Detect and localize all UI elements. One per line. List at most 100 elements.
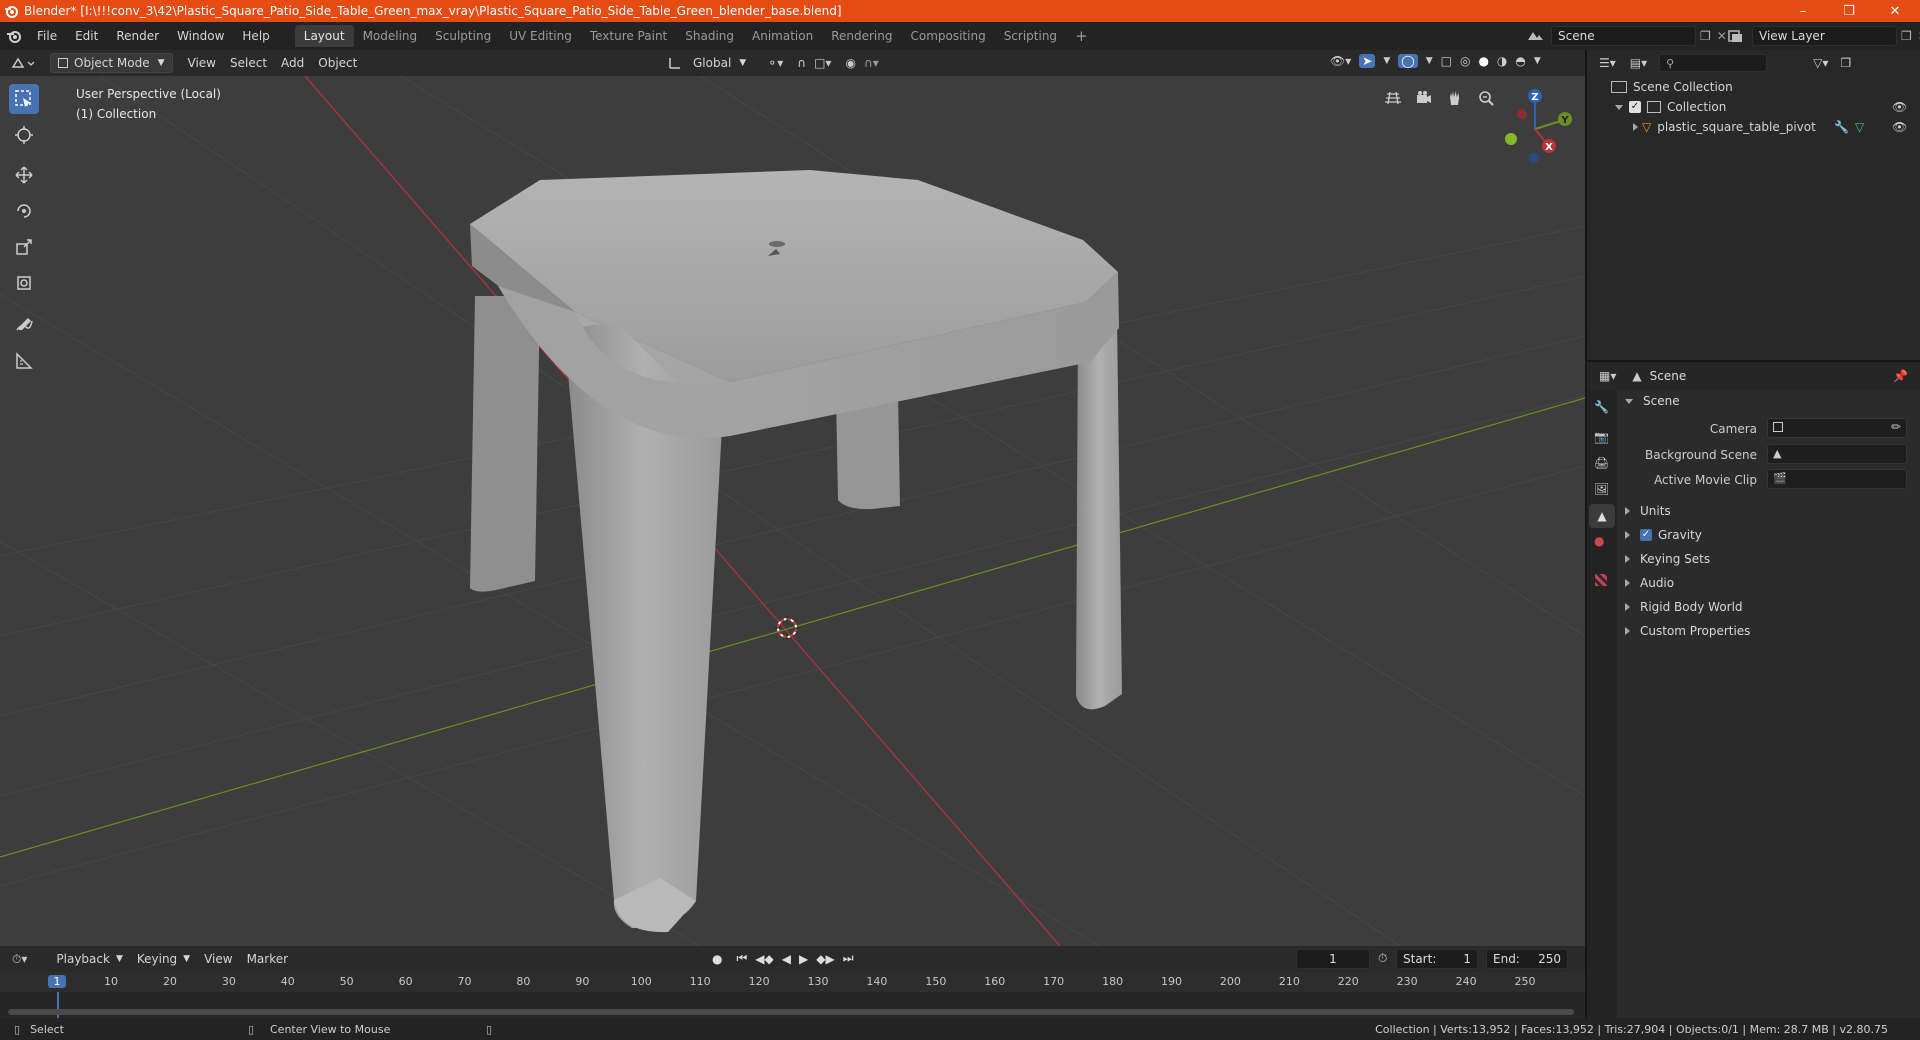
tab-shading[interactable]: Shading (676, 25, 743, 47)
tab-world[interactable]: ● (1594, 534, 1604, 548)
expand-arrow-icon[interactable] (1633, 123, 1638, 131)
custom-properties-panel[interactable]: Custom Properties (1617, 620, 1920, 642)
wrench-icon[interactable]: 🔧 (1834, 120, 1849, 134)
menu-keying[interactable]: Keying ▼ (130, 949, 197, 969)
tab-scripting[interactable]: Scripting (995, 25, 1066, 47)
play-reverse-button[interactable]: ◀ (782, 952, 791, 966)
timeline[interactable]: 1 10 20 30 40 50 60 70 80 90 100 110 120 130 140 150 160… (0, 972, 1585, 1018)
editor-type-icon[interactable] (10, 55, 40, 71)
rigid-body-world-panel[interactable]: Rigid Body World (1617, 596, 1920, 618)
eye-icon[interactable]: 👁 (1892, 120, 1907, 134)
tab-texture[interactable] (1595, 574, 1607, 586)
gravity-checkbox[interactable]: ✓ (1640, 529, 1652, 541)
navigation-gizmo[interactable]: Z Y X (1490, 84, 1580, 174)
pin-icon[interactable]: 📌 (1893, 369, 1908, 383)
outliner-search-input[interactable]: ⚲ (1659, 54, 1768, 72)
new-collection-icon[interactable]: ❐ (1840, 56, 1851, 70)
add-workspace-button[interactable]: + (1066, 25, 1097, 47)
shading-dropdown-icon[interactable]: ▼ (1534, 56, 1541, 66)
tab-view-layer[interactable]: 🖼 (1594, 482, 1609, 496)
rendered-shading-icon[interactable]: ◓ (1515, 54, 1525, 68)
camera-view-button[interactable] (1410, 84, 1438, 112)
mesh-icon[interactable]: ▽ (1855, 120, 1864, 134)
tab-uv-editing[interactable]: UV Editing (500, 25, 581, 47)
display-mode-icon[interactable]: ▤▾ (1630, 56, 1647, 70)
scene-field[interactable]: Scene (1551, 26, 1696, 46)
menu-file[interactable]: File (28, 22, 66, 50)
tab-layout[interactable]: Layout (294, 25, 354, 47)
expand-arrow-icon[interactable] (1615, 104, 1623, 110)
end-frame-field[interactable]: End: 250 (1486, 949, 1568, 969)
menu-object[interactable]: Object (311, 53, 364, 73)
measure-tool[interactable] (9, 346, 39, 376)
camera-field[interactable]: ✏ (1767, 418, 1907, 438)
tab-modeling[interactable]: Modeling (354, 25, 427, 47)
eyedropper-icon[interactable]: ✏ (1891, 420, 1901, 434)
audio-panel[interactable]: Audio (1617, 572, 1920, 594)
wireframe-shading-icon[interactable]: ◎ (1460, 54, 1470, 68)
3d-viewport[interactable]: User Perspective (Local) (1) Collection (0, 76, 1585, 946)
view-layer-field[interactable]: View Layer (1752, 26, 1897, 46)
timeline-scrollbar[interactable] (8, 1009, 1574, 1015)
annotate-tool[interactable] (9, 310, 39, 340)
filter-icon[interactable]: ▽▾ (1813, 56, 1828, 70)
close-button[interactable]: ✕ (1872, 0, 1918, 22)
menu-edit[interactable]: Edit (66, 22, 107, 50)
scene-section-header[interactable]: Scene (1617, 390, 1920, 412)
outliner-row-collection[interactable]: ✓ Collection 👁 (1587, 97, 1920, 117)
menu-view[interactable]: View (181, 53, 223, 73)
gizmo-toggle-icon[interactable]: ➤ (1359, 54, 1376, 68)
proportional-edit-icon[interactable]: ◉ (845, 56, 855, 70)
hand-pan-button[interactable] (1441, 84, 1469, 112)
blender-menu-icon[interactable] (0, 28, 28, 44)
pivot-icon[interactable]: ⚬▾ (767, 56, 783, 70)
menu-timeline-view[interactable]: View (197, 949, 239, 969)
collection-checkbox[interactable]: ✓ (1629, 101, 1641, 113)
tab-output[interactable]: 🖨 (1594, 456, 1609, 470)
new-view-layer-icon[interactable]: ❐ (1901, 29, 1912, 43)
tab-render[interactable]: 📷 (1594, 430, 1609, 444)
xray-icon[interactable]: □ (1441, 54, 1452, 68)
gravity-panel[interactable]: ✓ Gravity (1617, 524, 1920, 546)
tab-animation[interactable]: Animation (743, 25, 822, 47)
new-scene-icon[interactable]: ❐ (1700, 29, 1711, 43)
minimize-button[interactable]: – (1780, 0, 1826, 22)
solid-shading-icon[interactable]: ● (1478, 54, 1488, 68)
orientation-dropdown[interactable]: Global ▼ (686, 53, 753, 73)
transform-tool[interactable] (9, 268, 39, 298)
select-box-tool[interactable] (9, 84, 39, 114)
menu-select[interactable]: Select (223, 53, 274, 73)
tab-sculpting[interactable]: Sculpting (426, 25, 500, 47)
record-button[interactable]: ● (712, 952, 722, 966)
maximize-button[interactable]: ❐ (1826, 0, 1872, 22)
scene-icon[interactable] (1525, 28, 1547, 44)
stopwatch-icon[interactable]: ⏱ (1378, 951, 1387, 966)
snap-icon[interactable]: ∩ (797, 56, 806, 70)
falloff-icon[interactable]: ∩▾ (864, 56, 879, 70)
timeline-editor-icon[interactable]: ⏱▾ (12, 952, 27, 967)
menu-add[interactable]: Add (274, 53, 311, 73)
move-tool[interactable] (9, 160, 39, 190)
keying-sets-panel[interactable]: Keying Sets (1617, 548, 1920, 570)
overlay-dropdown-icon[interactable]: ▼ (1426, 56, 1433, 66)
snap-target-icon[interactable]: □▾ (814, 56, 831, 70)
eye-icon[interactable]: 👁 (1892, 100, 1907, 114)
visibility-icon[interactable]: 👁▾ (1330, 54, 1351, 68)
jump-start-button[interactable]: ⏮ (736, 951, 747, 966)
menu-playback[interactable]: Playback ▼ (49, 949, 129, 969)
jump-end-button[interactable]: ⏭ (843, 951, 854, 966)
scale-tool[interactable] (9, 232, 39, 262)
cursor-tool[interactable] (9, 120, 39, 150)
gizmo-dropdown-icon[interactable]: ▼ (1383, 56, 1390, 66)
mode-dropdown[interactable]: Object Mode ▼ (50, 53, 173, 73)
active-movie-clip-field[interactable]: 🎬 (1767, 469, 1907, 489)
background-scene-field[interactable]: ▲ (1767, 444, 1907, 464)
units-panel[interactable]: Units (1617, 500, 1920, 522)
overlay-toggle-icon[interactable]: ◯ (1398, 54, 1418, 68)
outliner-editor-icon[interactable]: ☰▾ (1599, 56, 1616, 70)
menu-marker[interactable]: Marker (240, 949, 295, 969)
outliner-row-scene-collection[interactable]: Scene Collection (1587, 77, 1920, 97)
start-frame-field[interactable]: Start: 1 (1396, 949, 1478, 969)
grid-toggle-button[interactable] (1379, 84, 1407, 112)
outliner-row-object[interactable]: ▽ plastic_square_table_pivot 🔧 ▽ 👁 (1587, 117, 1920, 137)
